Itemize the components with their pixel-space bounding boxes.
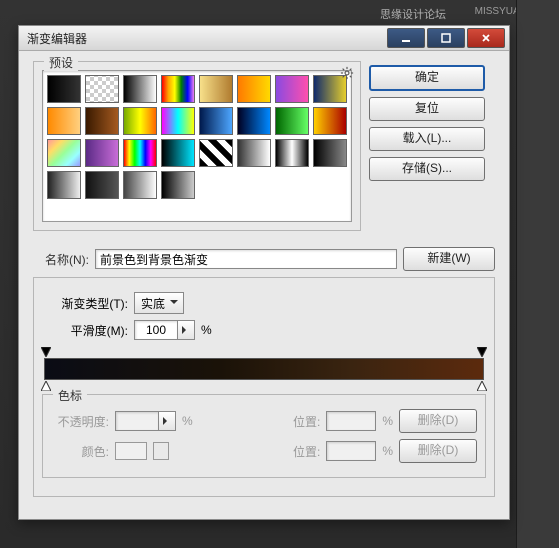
gradient-settings-fieldset: 渐变类型(T): 实底 平滑度(M): % 色标 [33,277,495,497]
gear-icon[interactable] [340,66,354,80]
close-button[interactable] [467,28,505,48]
preset-swatch[interactable] [47,75,81,103]
color-label: 颜色: [51,443,109,460]
preset-swatch[interactable] [123,171,157,199]
preset-swatch[interactable] [47,139,81,167]
name-label: 名称(N): [33,251,89,268]
preset-swatch[interactable] [313,107,347,135]
gradient-preview[interactable] [44,358,484,380]
minimize-button[interactable] [387,28,425,48]
opacity-stepper [159,411,176,431]
presets-fieldset: 预设 [33,61,361,231]
preset-swatch[interactable] [123,75,157,103]
dialog-button-column: 确定 复位 载入(L)... 存储(S)... [369,61,485,241]
reset-button[interactable]: 复位 [369,97,485,121]
preset-swatch[interactable] [85,107,119,135]
color-position-input [326,441,376,461]
load-button[interactable]: 载入(L)... [369,127,485,151]
preset-swatch[interactable] [237,139,271,167]
opacity-position-input [326,411,376,431]
smooth-input[interactable] [134,320,178,340]
smooth-field[interactable] [134,320,195,340]
name-input[interactable] [95,249,397,269]
preset-swatch[interactable] [47,107,81,135]
type-select[interactable]: 实底 [134,292,184,314]
opacity-input [115,411,159,431]
new-button[interactable]: 新建(W) [403,247,495,271]
preset-swatch[interactable] [47,171,81,199]
gradient-editor-dialog: 渐变编辑器 预设 确定 复位 载入(L)... 存储(S)... 名称(N): … [18,25,510,520]
forum-watermark: 思缘设计论坛 [380,6,446,22]
opacity-label: 不透明度: [51,413,109,430]
preset-swatch[interactable] [237,107,271,135]
position-label-2: 位置: [262,443,320,460]
smooth-stepper[interactable] [178,320,195,340]
color-stop-left[interactable] [41,381,51,391]
preset-swatch[interactable] [123,107,157,135]
preset-swatch[interactable] [161,171,195,199]
percent-label: % [201,323,212,337]
app-right-panel [516,0,559,548]
save-button[interactable]: 存储(S)... [369,157,485,181]
preset-swatch[interactable] [275,107,309,135]
preset-swatch[interactable] [199,75,233,103]
delete-opacity-button: 删除(D) [399,409,477,433]
preset-swatch[interactable] [313,139,347,167]
preset-swatch[interactable] [275,75,309,103]
stops-legend: 色标 [53,387,87,404]
preset-swatch[interactable] [161,139,195,167]
preset-swatch[interactable] [85,75,119,103]
opacity-stop-right[interactable] [477,347,487,357]
position-label-1: 位置: [262,413,320,430]
type-label: 渐变类型(T): [42,295,128,312]
gradient-bar[interactable] [44,358,484,380]
swatch-grid[interactable] [42,70,352,222]
preset-swatch[interactable] [199,107,233,135]
maximize-button[interactable] [427,28,465,48]
preset-swatch[interactable] [237,75,271,103]
smooth-label: 平滑度(M): [42,322,128,339]
dialog-title: 渐变编辑器 [27,30,87,47]
preset-swatch[interactable] [275,139,309,167]
color-picker-arrow [153,442,169,460]
preset-swatch[interactable] [85,171,119,199]
preset-swatch[interactable] [123,139,157,167]
delete-color-button: 删除(D) [399,439,477,463]
stops-fieldset: 色标 不透明度: % 位置: % 删除(D) 颜色: 位置: [42,394,486,478]
preset-swatch[interactable] [161,75,195,103]
preset-swatch[interactable] [199,139,233,167]
color-stop-right[interactable] [477,381,487,391]
titlebar[interactable]: 渐变编辑器 [19,26,509,51]
preset-swatch[interactable] [161,107,195,135]
preset-swatch[interactable] [85,139,119,167]
ok-button[interactable]: 确定 [369,65,485,91]
opacity-stop-left[interactable] [41,347,51,357]
name-row: 名称(N): 新建(W) [33,247,495,271]
presets-legend: 预设 [44,54,78,71]
color-chip [115,442,147,460]
